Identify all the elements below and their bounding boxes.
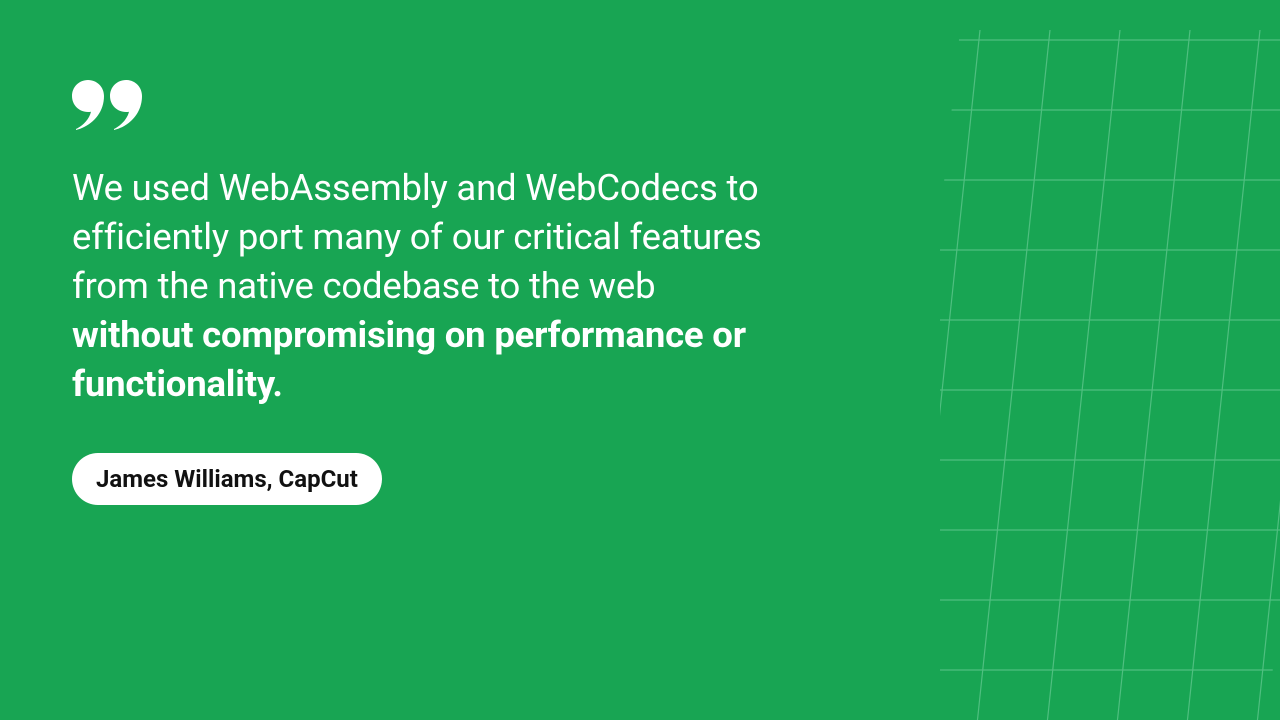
quote-part-bold: without compromising on performance or f… bbox=[72, 313, 746, 405]
quote-part-regular: We used WebAssembly and WebCodecs to eff… bbox=[72, 166, 762, 307]
decorative-grid bbox=[940, 30, 1280, 720]
open-quote-icon bbox=[72, 80, 772, 130]
quote-card: We used WebAssembly and WebCodecs to eff… bbox=[72, 80, 772, 505]
attribution-pill: James Williams, CapCut bbox=[72, 453, 382, 505]
quote-text: We used WebAssembly and WebCodecs to eff… bbox=[72, 164, 772, 409]
